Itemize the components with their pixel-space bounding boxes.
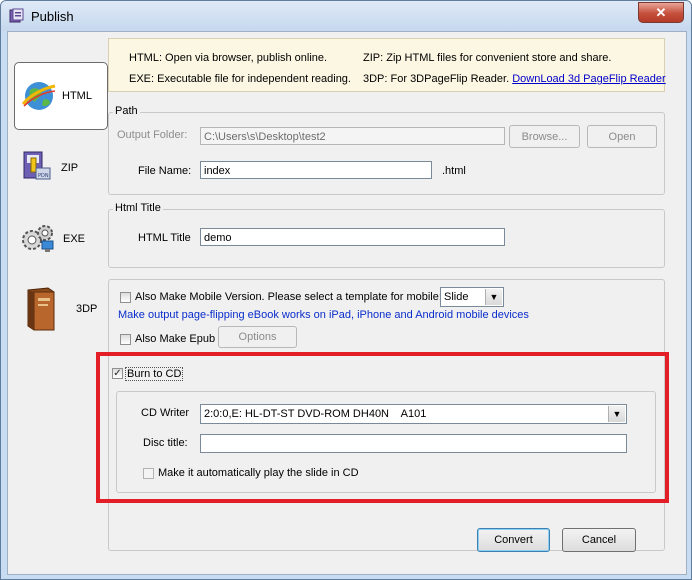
info-3dp: 3DP: For 3DPageFlip Reader. DownLoad 3d … xyxy=(363,73,666,85)
output-folder-field[interactable]: C:\Users\s\Desktop\test2 xyxy=(200,127,505,145)
globe-icon xyxy=(21,82,56,110)
info-exe: EXE: Executable file for independent rea… xyxy=(129,73,351,85)
info-html: HTML: Open via browser, publish online. xyxy=(129,52,328,64)
format-info-panel: HTML: Open via browser, publish online. … xyxy=(108,38,666,92)
epub-label: Also Make Epub xyxy=(135,333,216,345)
path-group: Path Output Folder: C:\Users\s\Desktop\t… xyxy=(108,105,665,195)
book-icon xyxy=(27,287,55,331)
download-3d-pageflip-reader-link[interactable]: DownLoad 3d PageFlip Reader xyxy=(512,73,666,85)
epub-checkbox[interactable] xyxy=(120,334,131,345)
html-title-field[interactable]: demo xyxy=(200,228,505,246)
zip-archive-icon: PDN xyxy=(23,151,51,180)
info-3dp-text: 3DP: For 3DPageFlip Reader. xyxy=(363,73,510,85)
nav-label-3dp: 3DP xyxy=(76,303,98,315)
mobile-template-value: Slide xyxy=(444,291,469,303)
browse-button[interactable]: Browse... xyxy=(509,125,580,148)
path-group-title: Path xyxy=(113,105,140,117)
output-folder-label: Output Folder: xyxy=(117,129,188,141)
nav-label-exe: EXE xyxy=(63,233,86,245)
html-title-group: Html Title HTML Title demo xyxy=(108,202,665,268)
file-extension-label: .html xyxy=(442,165,466,177)
mobile-version-checkbox[interactable] xyxy=(120,292,131,303)
epub-options-button[interactable]: Options xyxy=(218,326,297,348)
convert-button[interactable]: Convert xyxy=(477,528,550,552)
close-icon: ✕ xyxy=(655,4,667,20)
svg-text:PDN: PDN xyxy=(38,173,49,179)
file-name-label: File Name: xyxy=(138,165,192,177)
info-zip: ZIP: Zip HTML files for convenient store… xyxy=(363,52,612,64)
mobile-version-label: Also Make Mobile Version. Please select … xyxy=(135,291,442,303)
highlight-frame xyxy=(96,352,669,503)
title-bar[interactable]: Publish ✕ xyxy=(1,1,691,31)
nav-item-html[interactable]: HTML xyxy=(14,62,108,130)
open-button[interactable]: Open xyxy=(587,125,657,148)
app-icon xyxy=(9,8,24,23)
nav-item-exe[interactable]: EXE xyxy=(14,208,106,274)
nav-label-zip: ZIP xyxy=(61,162,79,174)
gears-icon xyxy=(22,225,54,252)
file-name-field[interactable]: index xyxy=(200,161,432,179)
dialog-body: HTML PDN ZIP EXE 3DP HTML: Open via brow… xyxy=(7,31,687,575)
window-title: Publish xyxy=(31,9,74,24)
publish-dialog: Publish ✕ HTML PDN ZIP EXE 3DP HTML: Ope… xyxy=(0,0,692,580)
nav-item-zip[interactable]: PDN ZIP xyxy=(14,136,106,202)
nav-item-3dp[interactable]: 3DP xyxy=(14,278,106,344)
html-title-label: HTML Title xyxy=(138,232,191,244)
nav-label-html: HTML xyxy=(62,90,92,102)
chevron-down-icon: ▼ xyxy=(485,289,502,305)
mobile-template-select[interactable]: Slide ▼ xyxy=(440,287,504,307)
close-button[interactable]: ✕ xyxy=(638,2,684,23)
cancel-button[interactable]: Cancel xyxy=(562,528,636,552)
html-title-group-title: Html Title xyxy=(113,202,163,214)
mobile-note: Make output page-flipping eBook works on… xyxy=(118,309,529,321)
